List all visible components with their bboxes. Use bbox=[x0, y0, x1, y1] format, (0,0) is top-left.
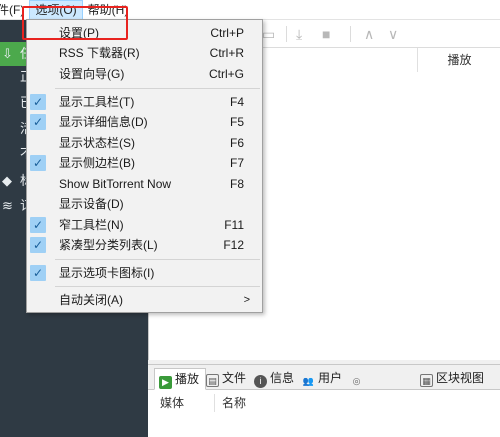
annotation-highlight-box bbox=[22, 6, 128, 40]
menu-item-label: 显示状态栏(S) bbox=[59, 136, 135, 150]
menu-item-narrow-toolbar[interactable]: ✓ 窄工具栏(N) F11 bbox=[27, 215, 262, 235]
details-panel: 媒体 名称 bbox=[148, 390, 500, 437]
play-icon: ▶ bbox=[159, 376, 172, 389]
menu-item-auto-shutdown[interactable]: 自动关闭(A) > bbox=[27, 290, 262, 310]
menu-item-label: 显示选项卡图标(I) bbox=[59, 266, 155, 280]
menu-item-shortcut: F11 bbox=[224, 218, 244, 232]
tab-label: 信息 bbox=[270, 371, 295, 385]
stop-icon[interactable]: ■ bbox=[322, 25, 330, 43]
menu-item-show-details[interactable]: ✓ 显示详细信息(D) F5 bbox=[27, 112, 262, 132]
menu-separator bbox=[55, 259, 260, 260]
tab-pieces[interactable]: ▦ 区块视图 bbox=[420, 368, 484, 388]
menu-item-shortcut: F7 bbox=[229, 156, 244, 170]
menu-item-label: RSS 下载器(R) bbox=[59, 46, 140, 60]
menu-item-label: 自动关闭(A) bbox=[59, 293, 123, 307]
delete-icon[interactable]: ▭ bbox=[262, 25, 275, 43]
pieces-icon: ▦ bbox=[420, 374, 433, 387]
tab-info[interactable]: i 信息 bbox=[254, 368, 294, 388]
trackers-icon: ◎ bbox=[352, 376, 361, 386]
chevron-right-icon: > bbox=[243, 294, 250, 306]
toolbar-separator bbox=[350, 26, 351, 42]
menu-item-show-devices[interactable]: 显示设备(D) bbox=[27, 194, 262, 214]
info-icon: i bbox=[254, 375, 267, 388]
menu-item-show-tab-icons[interactable]: ✓ 显示选项卡图标(I) bbox=[27, 263, 262, 283]
menu-item-label: 紧凑型分类列表(L) bbox=[59, 238, 158, 252]
menu-item-show-sidebar[interactable]: ✓ 显示侧边栏(B) F7 bbox=[27, 153, 262, 173]
menu-item-label: 窄工具栏(N) bbox=[59, 218, 124, 232]
menu-item-shortcut: F8 bbox=[229, 177, 244, 191]
menu-item-label: 显示工具栏(T) bbox=[59, 95, 135, 109]
tab-label: 播放 bbox=[175, 372, 200, 386]
files-icon: ▤ bbox=[206, 374, 219, 387]
column-separator bbox=[214, 394, 215, 412]
menu-item-shortcut: F4 bbox=[229, 95, 244, 109]
tab-trackers[interactable]: ◎ bbox=[350, 368, 366, 388]
checkmark-icon: ✓ bbox=[30, 237, 46, 253]
menu-item-rss-downloader[interactable]: RSS 下载器(R) Ctrl+R bbox=[27, 43, 262, 63]
checkmark-icon: ✓ bbox=[30, 265, 46, 281]
move-down-icon[interactable]: ∨ bbox=[388, 25, 398, 43]
column-header-play[interactable]: 播放 bbox=[417, 48, 500, 72]
menu-item-label: 显示设备(D) bbox=[59, 197, 124, 211]
tab-label: 区块视图 bbox=[436, 371, 485, 385]
menu-item-shortcut: F5 bbox=[229, 115, 244, 129]
download-icon: ⇩ bbox=[2, 46, 13, 61]
menu-item-show-bittorrent-now[interactable]: Show BitTorrent Now F8 bbox=[27, 174, 262, 194]
rss-icon: ≋ bbox=[2, 198, 13, 213]
tag-icon: ◆ bbox=[2, 173, 12, 188]
move-up-icon[interactable]: ∧ bbox=[364, 25, 374, 43]
menu-item-shortcut: Ctrl+P bbox=[210, 26, 244, 40]
tab-files[interactable]: ▤ 文件 bbox=[206, 368, 246, 388]
column-header-name[interactable]: 名称 bbox=[222, 394, 246, 412]
menu-item-label: 设置向导(G) bbox=[59, 67, 125, 81]
users-icon: 👥 bbox=[302, 376, 315, 386]
menu-item-show-statusbar[interactable]: 显示状态栏(S) F6 bbox=[27, 133, 262, 153]
checkmark-icon: ✓ bbox=[30, 94, 46, 110]
tab-label: 用户 bbox=[318, 371, 343, 385]
column-header-media[interactable]: 媒体 bbox=[160, 394, 184, 412]
menu-item-shortcut: Ctrl+G bbox=[208, 67, 244, 81]
menu-separator bbox=[55, 286, 260, 287]
menu-separator bbox=[55, 88, 260, 89]
menu-item-shortcut: F6 bbox=[229, 136, 244, 150]
details-tab-bar: ▶ 播放 ▤ 文件 i 信息 👥 用户 ◎ ▦ 区块视图 bbox=[148, 364, 500, 390]
menu-item-label: 显示侧边栏(B) bbox=[59, 156, 135, 170]
options-menu: 设置(P) Ctrl+P RSS 下载器(R) Ctrl+R 设置向导(G) C… bbox=[26, 19, 263, 313]
checkmark-icon: ✓ bbox=[30, 155, 46, 171]
checkmark-icon: ✓ bbox=[30, 217, 46, 233]
menu-item-label: Show BitTorrent Now bbox=[59, 177, 172, 191]
menu-item-shortcut: F12 bbox=[223, 238, 244, 252]
menu-item-label: 显示详细信息(D) bbox=[59, 115, 148, 129]
tab-label: 文件 bbox=[222, 371, 247, 385]
tab-play[interactable]: ▶ 播放 bbox=[154, 368, 207, 390]
toolbar-separator bbox=[286, 26, 287, 42]
checkmark-icon: ✓ bbox=[30, 114, 46, 130]
start-icon[interactable]: ⤓ bbox=[296, 25, 302, 43]
menu-item-setup-wizard[interactable]: 设置向导(G) Ctrl+G bbox=[27, 64, 262, 84]
tab-users[interactable]: 👥 用户 bbox=[302, 368, 342, 388]
menu-item-compact-category-list[interactable]: ✓ 紧凑型分类列表(L) F12 bbox=[27, 235, 262, 255]
menu-item-shortcut: Ctrl+R bbox=[209, 46, 244, 60]
menu-item-show-toolbar[interactable]: ✓ 显示工具栏(T) F4 bbox=[27, 92, 262, 112]
